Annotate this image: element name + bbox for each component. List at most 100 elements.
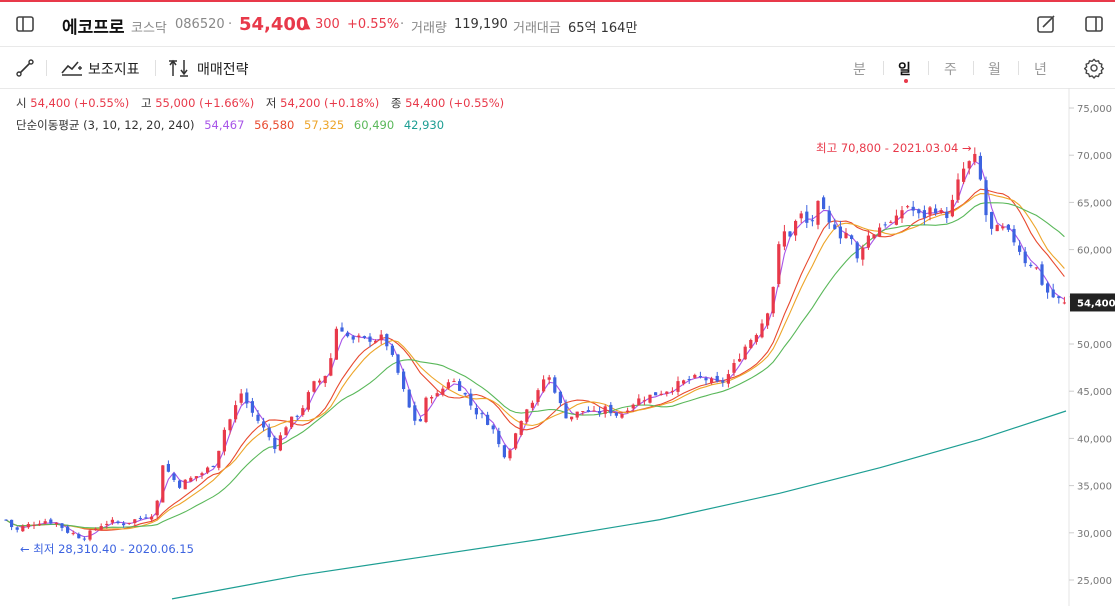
sidebar-toggle-icon[interactable] (14, 13, 36, 35)
candle-body (721, 380, 725, 383)
strategy-label: 매매전략 (197, 62, 249, 78)
candle-body (441, 388, 445, 395)
candle-body (564, 403, 568, 419)
candle-body (122, 523, 126, 526)
candle-body (508, 450, 512, 459)
candle-body (362, 336, 366, 338)
candle-body (374, 341, 378, 343)
candle-body (810, 220, 814, 222)
candle-body (334, 328, 338, 360)
candle-body (323, 375, 327, 384)
tab-week[interactable]: 주 (944, 59, 957, 79)
divider (973, 61, 974, 75)
y-tick-label: 70,000 (1077, 151, 1112, 162)
candle-body (827, 210, 831, 223)
candle-body (782, 231, 786, 247)
candle-body (704, 378, 708, 381)
candle-body (200, 473, 204, 476)
price-change-pct: +0.55% (347, 17, 400, 32)
ma-value-3: 54,467 (204, 118, 245, 132)
ma-value-10: 56,580 (254, 118, 295, 132)
tab-month[interactable]: 월 (988, 59, 1001, 79)
candle-body (682, 380, 686, 384)
indicator-button[interactable]: 보조지표 (60, 55, 146, 81)
candle-body (446, 382, 450, 389)
ma-line-20 (5, 202, 1065, 529)
candle-body (1029, 264, 1033, 267)
candle-body (900, 210, 904, 219)
stock-name: 에코프로 (62, 18, 125, 38)
open-label: 시 (16, 96, 27, 110)
tab-minute[interactable]: 분 (853, 59, 866, 79)
candle-body (474, 407, 478, 415)
ma-line-12 (5, 193, 1065, 530)
divider (1018, 61, 1019, 75)
tab-year[interactable]: 년 (1034, 59, 1047, 79)
candle-body (329, 358, 333, 376)
candle-body (497, 430, 501, 445)
candle-body (766, 313, 770, 326)
candle-body (788, 231, 792, 237)
candle-body (777, 244, 781, 285)
candle-body (222, 429, 226, 452)
price-change: 300 (315, 17, 340, 32)
separator-dot: · (400, 17, 405, 32)
candle-body (228, 419, 232, 431)
ma-line-10 (5, 188, 1065, 531)
high-annotation: 최고 70,800 - 2021.03.04 → (816, 141, 972, 155)
candle-body (306, 392, 310, 410)
candle-body (530, 402, 534, 408)
candle-body (945, 211, 949, 219)
candle-body (558, 391, 562, 404)
buy-sell-icon (169, 59, 188, 77)
candle-body (480, 413, 484, 415)
candle-body (351, 336, 355, 340)
amount-label: 거래대금 (513, 21, 561, 36)
candle-body (1057, 296, 1061, 299)
candle-body (418, 419, 422, 422)
candle-body (833, 224, 837, 229)
high-label: 고 (140, 96, 152, 110)
candle-body (676, 381, 680, 392)
candle-body (178, 480, 182, 488)
ma-value-240: 42,930 (403, 118, 445, 132)
candle-body (911, 206, 915, 211)
edit-icon[interactable] (1035, 13, 1057, 35)
candle-body (99, 526, 103, 530)
tab-day[interactable]: 일 (898, 59, 911, 79)
candle-body (234, 405, 238, 420)
candle-body (430, 397, 434, 399)
candle-body (726, 374, 730, 384)
candle-body (838, 226, 842, 239)
draw-line-icon[interactable] (14, 57, 36, 79)
active-tab-dot (904, 79, 908, 83)
candle-body (934, 208, 938, 214)
candle-body (648, 394, 652, 403)
candle-body (581, 411, 585, 413)
panel-toggle-icon[interactable] (1083, 13, 1105, 35)
candle-body (542, 379, 546, 392)
candle-body (43, 521, 47, 524)
candle-body (536, 390, 540, 402)
candle-body (262, 421, 266, 428)
candle-body (385, 334, 389, 347)
candle-body (738, 358, 742, 362)
candle-body (771, 286, 775, 314)
close-value: 54,400 (+0.55%) (405, 96, 505, 110)
candle-body (206, 467, 210, 473)
settings-gear-icon[interactable] (1082, 56, 1106, 80)
y-tick-label: 30,000 (1077, 529, 1112, 540)
candle-body (603, 406, 607, 414)
ma-value-20: 60,490 (353, 118, 395, 132)
strategy-button[interactable]: 매매전략 (168, 55, 258, 81)
candle-body (850, 235, 854, 240)
candle-body (239, 393, 243, 403)
candle-body (463, 392, 467, 395)
candle-body (514, 433, 518, 449)
candle-body (172, 473, 176, 480)
candle-body (217, 450, 221, 468)
candle-body (502, 445, 506, 458)
candle-body (598, 411, 602, 414)
price-chart[interactable]: 25,000 30,000 35,000 40,000 45,000 50,000 55,0… (0, 88, 1115, 606)
candle-body (967, 161, 971, 169)
